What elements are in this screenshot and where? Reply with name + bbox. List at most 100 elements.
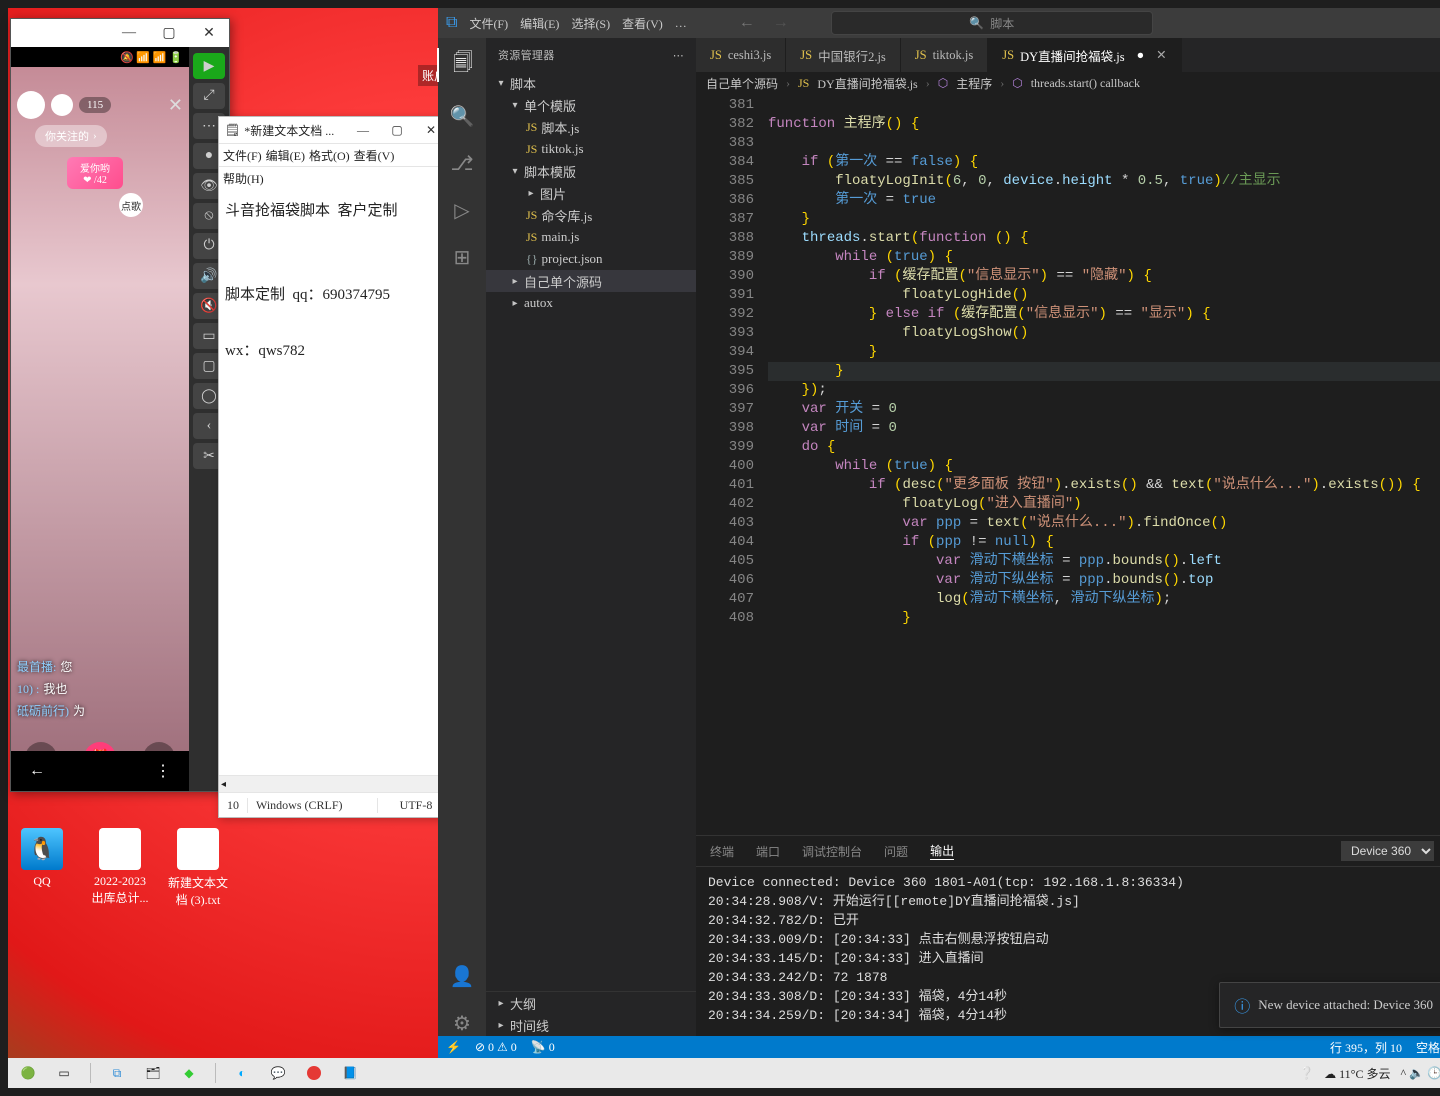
nav-menu-icon[interactable]: ⋮: [155, 761, 171, 781]
close-tab-icon[interactable]: ✕: [1156, 47, 1166, 63]
help-icon[interactable]: ❔: [1299, 1066, 1314, 1081]
run-button[interactable]: ▶: [193, 53, 225, 79]
emulator-window: — ▢ ✕ 🔕 📶 📶 🔋 115 ✕ 你关注的› 爱你哟❤ /42 点歌 最首…: [10, 18, 230, 792]
notepad-menubar: 文件(F) 编辑(E) 格式(O) 查看(V): [219, 144, 454, 167]
tree-folder[interactable]: ▾单个模版: [486, 94, 696, 116]
maximize-button[interactable]: ▢: [380, 123, 414, 138]
panel-tab-debug[interactable]: 调试控制台: [802, 843, 862, 860]
menu-view[interactable]: 查看(V): [622, 15, 663, 32]
gift-badge[interactable]: 爱你哟❤ /42: [67, 157, 123, 189]
menu-help[interactable]: 帮助(H): [223, 170, 264, 187]
command-center-search[interactable]: 🔍 脚本: [831, 11, 1153, 35]
code-editor[interactable]: 381 382 383 384 385 386 387 388 389 390 …: [696, 94, 1440, 835]
menu-edit[interactable]: 编辑(E): [520, 15, 559, 32]
minimize-button[interactable]: —: [109, 19, 149, 47]
cursor-position[interactable]: 行 395，列 10: [1330, 1039, 1402, 1056]
info-icon: ⓘ: [1234, 993, 1250, 1017]
explorer-more-icon[interactable]: ⋯: [673, 49, 684, 62]
tree-file[interactable]: JS脚本.js: [486, 116, 696, 138]
tab-dy-live[interactable]: JSDY直播间抢福袋.js●✕: [988, 38, 1181, 72]
fullscreen-button[interactable]: ⤢: [193, 83, 225, 109]
minimize-button[interactable]: —: [346, 123, 380, 138]
window-title: *新建文本文档 ...: [244, 122, 334, 139]
settings-icon[interactable]: ⚙: [453, 1011, 471, 1036]
nav-back-icon[interactable]: ←: [29, 762, 45, 780]
phone-screen[interactable]: 🔕 📶 📶 🔋 115 ✕ 你关注的› 爱你哟❤ /42 点歌 最首播:您 10…: [11, 47, 189, 791]
notepad-icon: 🗒: [225, 123, 240, 138]
tree-file[interactable]: JSmain.js: [486, 226, 696, 248]
scrollbar-horizontal[interactable]: ◂▸: [219, 775, 454, 792]
emulator-titlebar: — ▢ ✕: [11, 19, 229, 47]
desktop-icon-qq[interactable]: 🐧QQ: [12, 828, 72, 908]
notepad-titlebar: 🗒 *新建文本文档 ... — ▢ ✕: [219, 117, 454, 144]
tray-icons[interactable]: ^ 🔈 🕒: [1400, 1066, 1440, 1081]
extensions-icon[interactable]: ⊞: [454, 245, 471, 270]
menu-overflow[interactable]: …: [675, 16, 687, 31]
song-request-button[interactable]: 点歌: [119, 193, 143, 217]
tab-bank2[interactable]: JS中国银行2.js: [786, 38, 901, 72]
live-stream-view: 115 ✕ 你关注的› 爱你哟❤ /42 点歌 最首播:您 10) :我也 砥砺…: [11, 67, 189, 791]
tree-root[interactable]: ▾脚本: [486, 72, 696, 94]
close-icon[interactable]: ✕: [168, 95, 183, 116]
taskbar-app-notes[interactable]: 📘: [336, 1060, 364, 1086]
explorer-icon[interactable]: 🗐: [437, 48, 487, 82]
timeline-section[interactable]: ▸时间线: [486, 1014, 696, 1036]
source-control-icon[interactable]: ⎇: [450, 151, 473, 176]
vscode-window: ⧉ 文件(F) 编辑(E) 选择(S) 查看(V) … ← → 🔍 脚本 🗐 🔍…: [438, 8, 1440, 1058]
start-button[interactable]: 🟢: [14, 1060, 42, 1086]
follow-pill[interactable]: 你关注的›: [35, 125, 107, 147]
nav-forward-icon[interactable]: →: [773, 14, 789, 32]
remote-indicator[interactable]: ⚡: [446, 1040, 461, 1055]
desktop-icon-txt[interactable]: 🗎新建文本文档 (3).txt: [168, 828, 228, 908]
tree-file[interactable]: {}project.json: [486, 248, 696, 270]
tree-folder[interactable]: ▸图片: [486, 182, 696, 204]
port-forward[interactable]: 📡 0: [531, 1040, 555, 1055]
account-icon[interactable]: 👤: [450, 964, 475, 989]
tree-file[interactable]: JStiktok.js: [486, 138, 696, 160]
panel-tab-ports[interactable]: 端口: [756, 843, 780, 860]
tab-tiktok[interactable]: JStiktok.js: [901, 38, 988, 72]
panel-tab-problems[interactable]: 问题: [884, 843, 908, 860]
tree-folder[interactable]: ▸autox: [486, 292, 696, 314]
taskbar-app-browser[interactable]: ◐: [228, 1060, 256, 1086]
indent-setting[interactable]: 空格: [1416, 1039, 1440, 1056]
file-tree: ▾脚本 ▾单个模版 JS脚本.js JStiktok.js ▾脚本模版 ▸图片 …: [486, 72, 696, 991]
task-view-icon[interactable]: ▭: [50, 1060, 78, 1086]
notepad-statusbar: 10 Windows (CRLF) UTF-8: [219, 792, 454, 817]
weather-widget[interactable]: ☁ 11°C 多云: [1324, 1065, 1390, 1082]
tree-folder[interactable]: ▾脚本模版: [486, 160, 696, 182]
taskbar-app-wechat[interactable]: 💬: [264, 1060, 292, 1086]
taskbar-app-android[interactable]: ◆: [175, 1060, 203, 1086]
tree-folder-selected[interactable]: ▸自己单个源码: [486, 270, 696, 292]
streamer-avatar[interactable]: [17, 91, 45, 119]
tree-file[interactable]: JS命令库.js: [486, 204, 696, 226]
panel-tab-output[interactable]: 输出: [930, 842, 954, 860]
menu-selection[interactable]: 选择(S): [571, 15, 610, 32]
viewer-count: 115: [79, 97, 111, 113]
notepad-text-area[interactable]: 斗音抢福袋脚本 客户定制 脚本定制 qq：690374795 wx：qws782: [219, 189, 454, 775]
menu-file[interactable]: 文件(F): [223, 147, 262, 164]
taskbar-app-vscode[interactable]: ⧉: [103, 1060, 131, 1086]
search-icon[interactable]: 🔍: [450, 104, 475, 129]
outline-section[interactable]: ▸大纲: [486, 992, 696, 1014]
menu-format[interactable]: 格式(O): [309, 147, 350, 164]
device-selector[interactable]: Device 360: [1341, 841, 1434, 861]
panel-tab-terminal[interactable]: 终端: [710, 843, 734, 860]
errors-count[interactable]: ⊘ 0 ⚠ 0: [475, 1040, 517, 1055]
notification-toast[interactable]: ⓘ New device attached: Device 360: [1219, 982, 1440, 1028]
taskbar-app-record[interactable]: [300, 1060, 328, 1086]
desktop-icon-excel[interactable]: 🗎2022-2023 出库总计...: [90, 828, 150, 908]
run-debug-icon[interactable]: ▷: [454, 198, 469, 223]
menu-edit[interactable]: 编辑(E): [266, 147, 305, 164]
search-icon: 🔍: [969, 16, 984, 31]
close-button[interactable]: ✕: [189, 19, 229, 47]
breadcrumb[interactable]: 自己单个源码› JSDY直播间抢福袋.js› ⬡主程序› ⬡threads.st…: [696, 72, 1440, 94]
vscode-logo-icon: ⧉: [446, 14, 457, 32]
menu-file[interactable]: 文件(F): [469, 15, 508, 32]
taskbar-app-explorer[interactable]: 🗂: [139, 1060, 167, 1086]
nav-back-icon[interactable]: ←: [739, 14, 755, 32]
viewer-avatar[interactable]: [51, 94, 73, 116]
tab-ceshi3[interactable]: JSceshi3.js: [696, 38, 786, 72]
menu-view[interactable]: 查看(V): [354, 147, 395, 164]
maximize-button[interactable]: ▢: [149, 19, 189, 47]
